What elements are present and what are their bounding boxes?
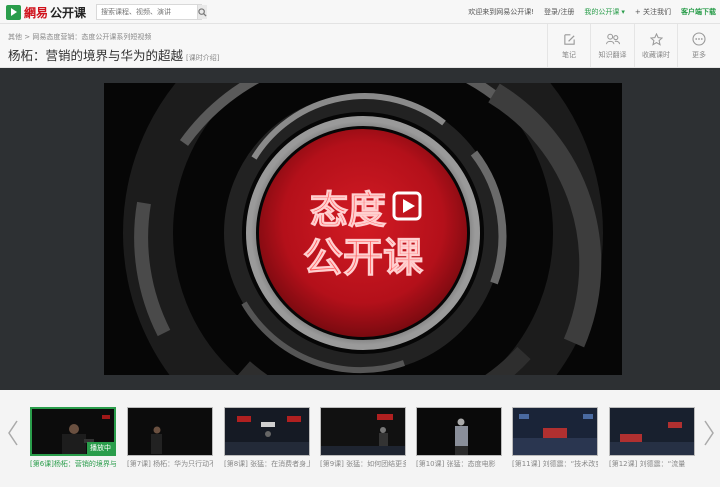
video-thumbnail xyxy=(127,407,213,456)
thumb-image xyxy=(225,408,309,455)
my-courses-label: 我的公开课 xyxy=(584,8,620,16)
login-link[interactable]: 登录/注册 xyxy=(544,7,574,17)
action-toolbar: 笔记 知识翻译 收藏课时 更多 xyxy=(547,24,720,68)
playlist-item-caption: [第11课] 刘德震：“技术改变生活” xyxy=(512,460,598,468)
my-courses-menu[interactable]: 我的公开课 ▾ xyxy=(584,7,625,17)
welcome-text: 欢迎来到网易公开课! xyxy=(468,8,535,16)
search-box xyxy=(96,4,207,20)
breadcrumb: 其他 > 网易态度营销：态度公开课系列短视频 xyxy=(8,32,151,42)
more-label: 更多 xyxy=(692,51,706,59)
now-playing-badge: 播放中 xyxy=(87,442,114,454)
video-player[interactable]: 态度 公开课 xyxy=(104,83,622,375)
playlist-item-caption: [第12课] 刘德震：“流量 xyxy=(609,460,686,468)
lesson-title: 杨柘：营销的境界与华为的超越 xyxy=(8,48,184,63)
star-icon xyxy=(649,32,663,46)
note-label: 笔记 xyxy=(562,50,576,59)
playlist-item[interactable]: [第9课] 张猛：如何团结更多人 xyxy=(320,407,406,469)
thumb-image xyxy=(321,408,405,455)
chevron-down-icon: ▾ xyxy=(621,8,625,16)
breadcrumb-home[interactable]: 其他 xyxy=(8,33,22,41)
video-thumbnail: 播放中 xyxy=(30,407,116,456)
lesson-playlist: 播放中 [第6课]杨柘：营销的境界与华为的超越 [第7课] 杨柘：华为只行动不讲… xyxy=(0,390,720,487)
search-button[interactable] xyxy=(197,5,207,19)
favorite-label: 收藏课时 xyxy=(642,50,670,59)
video-frame: 态度 公开课 xyxy=(104,83,622,375)
lesson-intro-link[interactable]: [课时介绍] xyxy=(186,54,219,62)
video-thumbnail xyxy=(609,407,695,456)
top-links: 欢迎来到网易公开课! 登录/注册 我的公开课 ▾ + 关注我们 客户端下载 xyxy=(458,0,716,24)
site-logo[interactable]: 網易 公开课 xyxy=(6,3,86,21)
playlist-item[interactable]: [第7课] 杨柘：华为只行动不讲故事 xyxy=(127,407,213,469)
more-button[interactable]: 更多 xyxy=(677,24,720,68)
playlist-item[interactable]: [第11课] 刘德震：“技术改变生活” xyxy=(512,407,598,469)
playlist-item-caption: [第6课]杨柘：营销的境界与华为的超越 xyxy=(30,460,116,468)
course-title-bar: 其他 > 网易态度营销：态度公开课系列短视频 杨柘：营销的境界与华为的超越 [课时… xyxy=(0,24,720,68)
thumb-image xyxy=(513,408,597,455)
video-thumbnail xyxy=(512,407,598,456)
thumb-image xyxy=(128,408,212,455)
playlist-prev-button[interactable] xyxy=(6,418,20,448)
playlist-item[interactable]: [第12课] 刘德震：“流量 xyxy=(609,407,695,469)
breadcrumb-series[interactable]: 网易态度营销：态度公开课系列短视频 xyxy=(32,33,151,41)
people-icon xyxy=(605,33,620,44)
page-title: 杨柘：营销的境界与华为的超越 [课时介绍] xyxy=(8,45,219,64)
more-icon xyxy=(692,32,706,46)
top-navigation-bar: 網易 公开课 欢迎来到网易公开课! 登录/注册 我的公开课▾ + 关注我们 客户… xyxy=(0,0,720,24)
translate-label: 知识翻译 xyxy=(598,50,627,59)
video-thumbnail xyxy=(416,407,502,456)
playlist-item[interactable]: [第8课] 张猛：在消费者身上寻找答案 xyxy=(224,407,310,469)
logo-text-netease: 網易 xyxy=(24,5,49,20)
note-icon xyxy=(563,33,575,45)
chevron-right-icon xyxy=(704,420,714,446)
note-button[interactable]: 笔记 xyxy=(547,24,590,68)
playlist-item-caption: [第9课] 张猛：如何团结更多人 xyxy=(320,460,406,468)
follow-link[interactable]: + 关注我们 xyxy=(635,7,671,17)
chevron-left-icon xyxy=(8,420,18,446)
video-thumbnail xyxy=(320,407,406,456)
red-disc xyxy=(259,129,467,337)
playlist-item[interactable]: 播放中 [第6课]杨柘：营销的境界与华为的超越 xyxy=(30,407,116,469)
thumb-image xyxy=(417,408,501,455)
playlist-item-caption: [第8课] 张猛：在消费者身上寻找答案 xyxy=(224,460,310,468)
video-thumbnail xyxy=(224,407,310,456)
logo-text-open-course: 公开课 xyxy=(50,5,87,20)
search-input[interactable] xyxy=(97,5,197,19)
logo-play-icon xyxy=(6,4,21,20)
favorite-button[interactable]: 收藏课时 xyxy=(634,24,677,68)
video-logo-line1: 态度 xyxy=(310,188,386,232)
translate-button[interactable]: 知识翻译 xyxy=(590,24,634,68)
download-link[interactable]: 客户端下载 xyxy=(681,7,716,17)
search-icon xyxy=(198,7,207,17)
video-logo-line2: 公开课 xyxy=(303,235,424,281)
playlist-next-button[interactable] xyxy=(702,418,716,448)
playlist-item-caption: [第7课] 杨柘：华为只行动不讲故事 xyxy=(127,460,213,468)
playlist-item-caption: [第10课] 张猛：态度电影 xyxy=(416,460,496,468)
playlist-item[interactable]: [第10课] 张猛：态度电影 xyxy=(416,407,502,469)
thumb-image xyxy=(610,408,694,455)
